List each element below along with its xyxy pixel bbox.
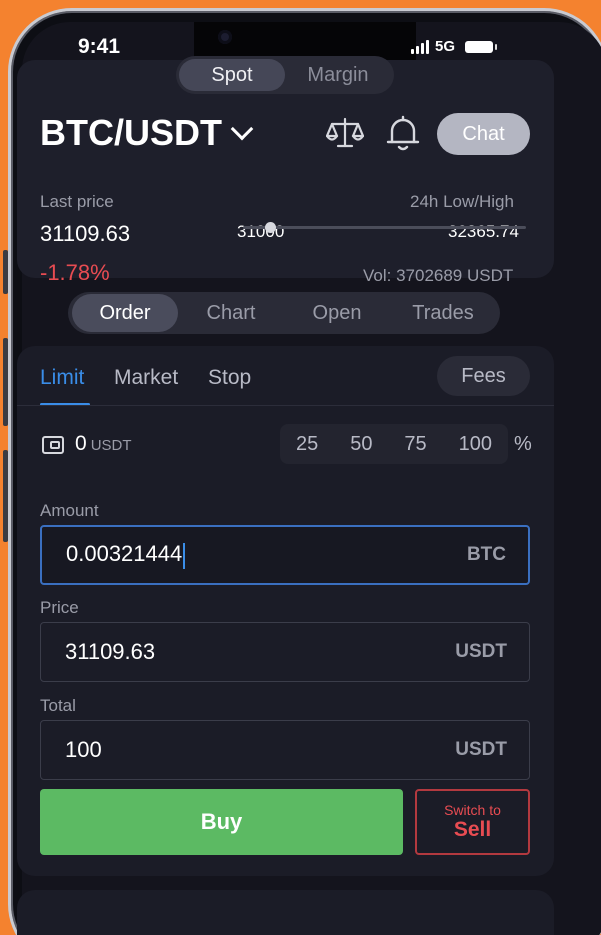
amount-label: Amount	[40, 501, 99, 520]
main-tabs: Order Chart Open Trades	[68, 292, 500, 334]
volume-label: Vol: 3702689 USDT	[363, 266, 514, 285]
text-caret	[183, 542, 186, 569]
total-value: 100	[65, 737, 102, 762]
bottom-card	[17, 890, 554, 935]
price-range-thumb	[264, 222, 276, 233]
balance-unit: USDT	[90, 437, 132, 454]
balance-value: 0	[75, 432, 87, 455]
range-low: 31000	[237, 222, 285, 241]
order-tab-limit[interactable]: Limit	[40, 366, 84, 390]
amount-input[interactable]: 0.00321444 BTC	[40, 525, 530, 585]
order-tab-market[interactable]: Market	[114, 366, 178, 390]
amount-value: 0.00321444	[66, 541, 183, 567]
total-input[interactable]: 100 USDT	[40, 720, 530, 780]
total-label: Total	[40, 696, 76, 715]
switch-label: Switch to	[444, 802, 501, 818]
tab-order[interactable]: Order	[72, 294, 178, 332]
available-balance: 0 USDT	[75, 432, 132, 456]
price-unit: USDT	[455, 641, 507, 662]
order-tab-stop[interactable]: Stop	[208, 366, 251, 390]
camera-icon	[218, 30, 232, 44]
tab-margin[interactable]: Margin	[285, 59, 391, 91]
chevron-down-icon	[230, 117, 254, 141]
network-label: 5G	[435, 38, 456, 55]
tab-chart[interactable]: Chart	[178, 294, 284, 332]
tabs-divider	[17, 405, 554, 406]
side-button	[3, 450, 8, 542]
range-label: 24h Low/High	[410, 192, 514, 211]
price-change: -1.78%	[40, 260, 110, 285]
status-time: 9:41	[78, 35, 121, 58]
price-range-bar	[243, 222, 526, 233]
market-toggle: Spot Margin	[176, 56, 394, 94]
last-price-value: 31109.63	[40, 221, 131, 246]
tab-open[interactable]: Open	[284, 294, 390, 332]
fees-button[interactable]: Fees	[437, 356, 530, 396]
percent-25-button[interactable]: 25	[296, 433, 318, 456]
scale-icon[interactable]	[326, 116, 364, 150]
volume-down-button	[3, 338, 8, 426]
price-label: Price	[40, 598, 79, 617]
pair-selector[interactable]: BTC/USDT	[40, 112, 254, 154]
signal-icon	[411, 39, 429, 54]
chat-button[interactable]: Chat	[437, 113, 530, 155]
volume-up-button	[3, 250, 8, 294]
price-value: 31109.63	[65, 639, 156, 664]
price-input[interactable]: 31109.63 USDT	[40, 622, 530, 682]
bell-icon[interactable]	[385, 114, 421, 152]
pair-name: BTC/USDT	[40, 112, 222, 153]
status-indicators: 5G	[411, 38, 498, 55]
sell-label: Sell	[453, 818, 492, 841]
percent-50-button[interactable]: 50	[350, 433, 372, 456]
total-unit: USDT	[455, 739, 507, 760]
percent-selector: 25 50 75 100	[280, 424, 508, 464]
percent-100-button[interactable]: 100	[459, 433, 492, 456]
last-price-label: Last price	[40, 192, 114, 211]
percent-75-button[interactable]: 75	[404, 433, 426, 456]
battery-icon	[465, 40, 498, 53]
tab-spot[interactable]: Spot	[179, 59, 285, 91]
tab-trades[interactable]: Trades	[390, 294, 496, 332]
switch-to-sell-button[interactable]: Switch to Sell	[415, 789, 530, 855]
range-high: 32365.74	[448, 222, 519, 241]
buy-button[interactable]: Buy	[40, 789, 403, 855]
amount-unit: BTC	[466, 544, 506, 565]
wallet-icon	[42, 436, 64, 454]
percent-sign: %	[514, 433, 532, 455]
